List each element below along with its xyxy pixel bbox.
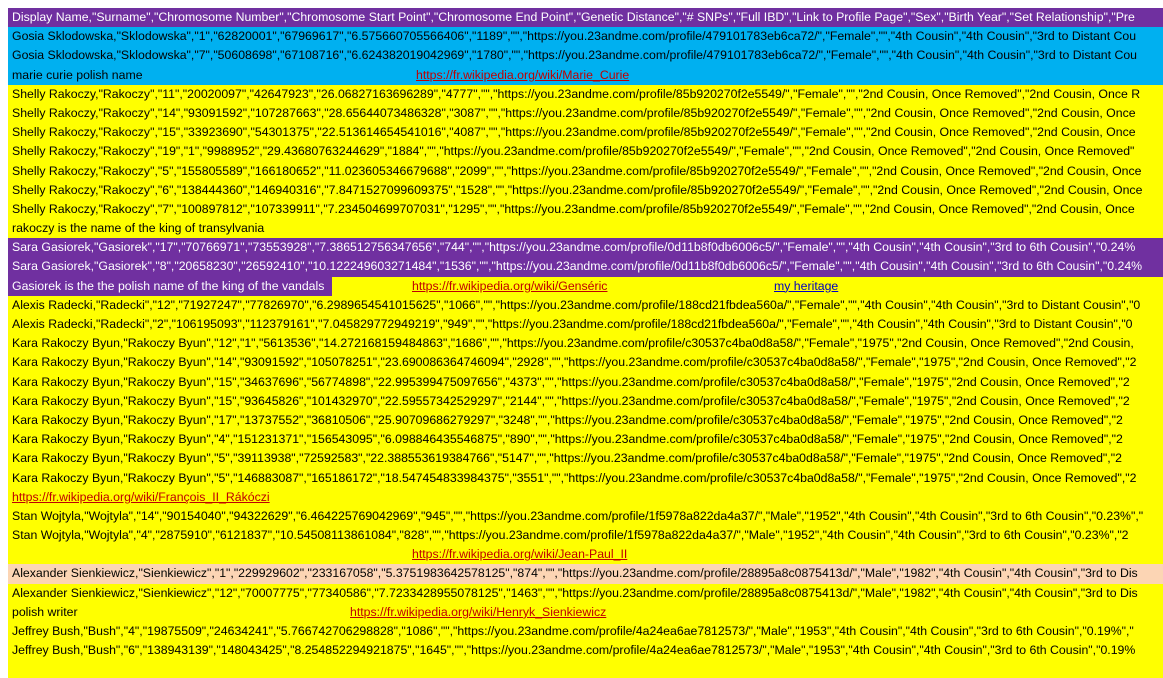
table-row: Stan Wojtyla,"Wojtyla","4","2875910","61… bbox=[8, 526, 1163, 546]
table-row: Kara Rakoczy Byun,"Rakoczy Byun","12","1… bbox=[8, 334, 1163, 354]
table-row: Sara Gasiorek,"Gasiorek","8","20658230",… bbox=[8, 257, 1163, 277]
wiki-link[interactable]: https://fr.wikipedia.org/wiki/François_I… bbox=[12, 488, 270, 507]
table-row: Shelly Rakoczy,"Rakoczy","11","20020097"… bbox=[8, 84, 1163, 104]
table-row: Shelly Rakoczy,"Rakoczy","19","1","99889… bbox=[8, 142, 1163, 162]
table-row: Kara Rakoczy Byun,"Rakoczy Byun","4","15… bbox=[8, 430, 1163, 450]
table-row: Shelly Rakoczy,"Rakoczy","5","155805589"… bbox=[8, 161, 1163, 181]
my-heritage-link[interactable]: my heritage bbox=[774, 277, 838, 296]
wiki-link[interactable]: https://fr.wikipedia.org/wiki/Genséric bbox=[412, 277, 607, 296]
table-row: Alexis Radecki,"Radecki","12","71927247"… bbox=[8, 295, 1163, 315]
table-row: Kara Rakoczy Byun,"Rakoczy Byun","5","39… bbox=[8, 449, 1163, 469]
note-text: rakoczy is the name of the king of trans… bbox=[12, 221, 265, 236]
table-row: Kara Rakoczy Byun,"Rakoczy Byun","17","1… bbox=[8, 410, 1163, 431]
link-row: https://fr.wikipedia.org/wiki/François_I… bbox=[8, 487, 1163, 507]
table-row: Jeffrey Bush,"Bush","6","138943139","148… bbox=[8, 641, 1163, 661]
note-text: marie curie polish name bbox=[12, 67, 143, 82]
table-row: Shelly Rakoczy,"Rakoczy","7","100897812"… bbox=[8, 199, 1163, 220]
table-row: Shelly Rakoczy,"Rakoczy","6","138444360"… bbox=[8, 180, 1163, 200]
note-row: Gasiorek is the the polish name of the k… bbox=[8, 276, 1163, 296]
table-row: Alexander Sienkiewicz,"Sienkiewicz","12"… bbox=[8, 583, 1163, 603]
table-row: Kara Rakoczy Byun,"Rakoczy Byun","15","9… bbox=[8, 391, 1163, 411]
note-text: Gasiorek is the the polish name of the k… bbox=[8, 276, 333, 296]
table-row: Alexis Radecki,"Radecki","2","106195093"… bbox=[8, 315, 1163, 335]
table-row: Kara Rakoczy Byun,"Rakoczy Byun","14","9… bbox=[8, 353, 1163, 373]
table-row: Sara Gasiorek,"Gasiorek","17","70766971"… bbox=[8, 238, 1163, 258]
table-row: Alexander Sienkiewicz,"Sienkiewicz","1",… bbox=[8, 564, 1163, 584]
data-rows: Gosia Sklodowska,"Sklodowska","1","62820… bbox=[8, 27, 1163, 661]
table-row: Jeffrey Bush,"Bush","4","19875509","2463… bbox=[8, 622, 1163, 642]
table-row: Stan Wojtyla,"Wojtyla","14","90154040","… bbox=[8, 506, 1163, 527]
note-row: polish writer https://fr.wikipedia.org/wi… bbox=[8, 602, 1163, 622]
header-row: Display Name,"Surname","Chromosome Numbe… bbox=[8, 8, 1163, 28]
table-row: Gosia Sklodowska,"Sklodowska","7","50608… bbox=[8, 46, 1163, 66]
wiki-link[interactable]: https://fr.wikipedia.org/wiki/Marie_Curi… bbox=[416, 66, 629, 85]
table-row: Kara Rakoczy Byun,"Rakoczy Byun","5","14… bbox=[8, 468, 1163, 488]
wiki-link[interactable]: https://fr.wikipedia.org/wiki/Jean-Paul_… bbox=[412, 545, 627, 564]
note-row: marie curie polish name https://fr.wikipe… bbox=[8, 65, 1163, 85]
table-row: Gosia Sklodowska,"Sklodowska","1","62820… bbox=[8, 27, 1163, 47]
wiki-link[interactable]: https://fr.wikipedia.org/wiki/Henryk_Sie… bbox=[350, 603, 606, 622]
table-row: Shelly Rakoczy,"Rakoczy","14","93091592"… bbox=[8, 103, 1163, 124]
note-row: rakoczy is the name of the king of trans… bbox=[8, 219, 1163, 239]
note-text: polish writer bbox=[12, 604, 78, 619]
table-row: Shelly Rakoczy,"Rakoczy","15","33923690"… bbox=[8, 123, 1163, 143]
spreadsheet: Display Name,"Surname","Chromosome Numbe… bbox=[8, 8, 1163, 678]
table-row: Kara Rakoczy Byun,"Rakoczy Byun","15","3… bbox=[8, 372, 1163, 392]
link-row: https://fr.wikipedia.org/wiki/Jean-Paul_… bbox=[8, 545, 1163, 565]
